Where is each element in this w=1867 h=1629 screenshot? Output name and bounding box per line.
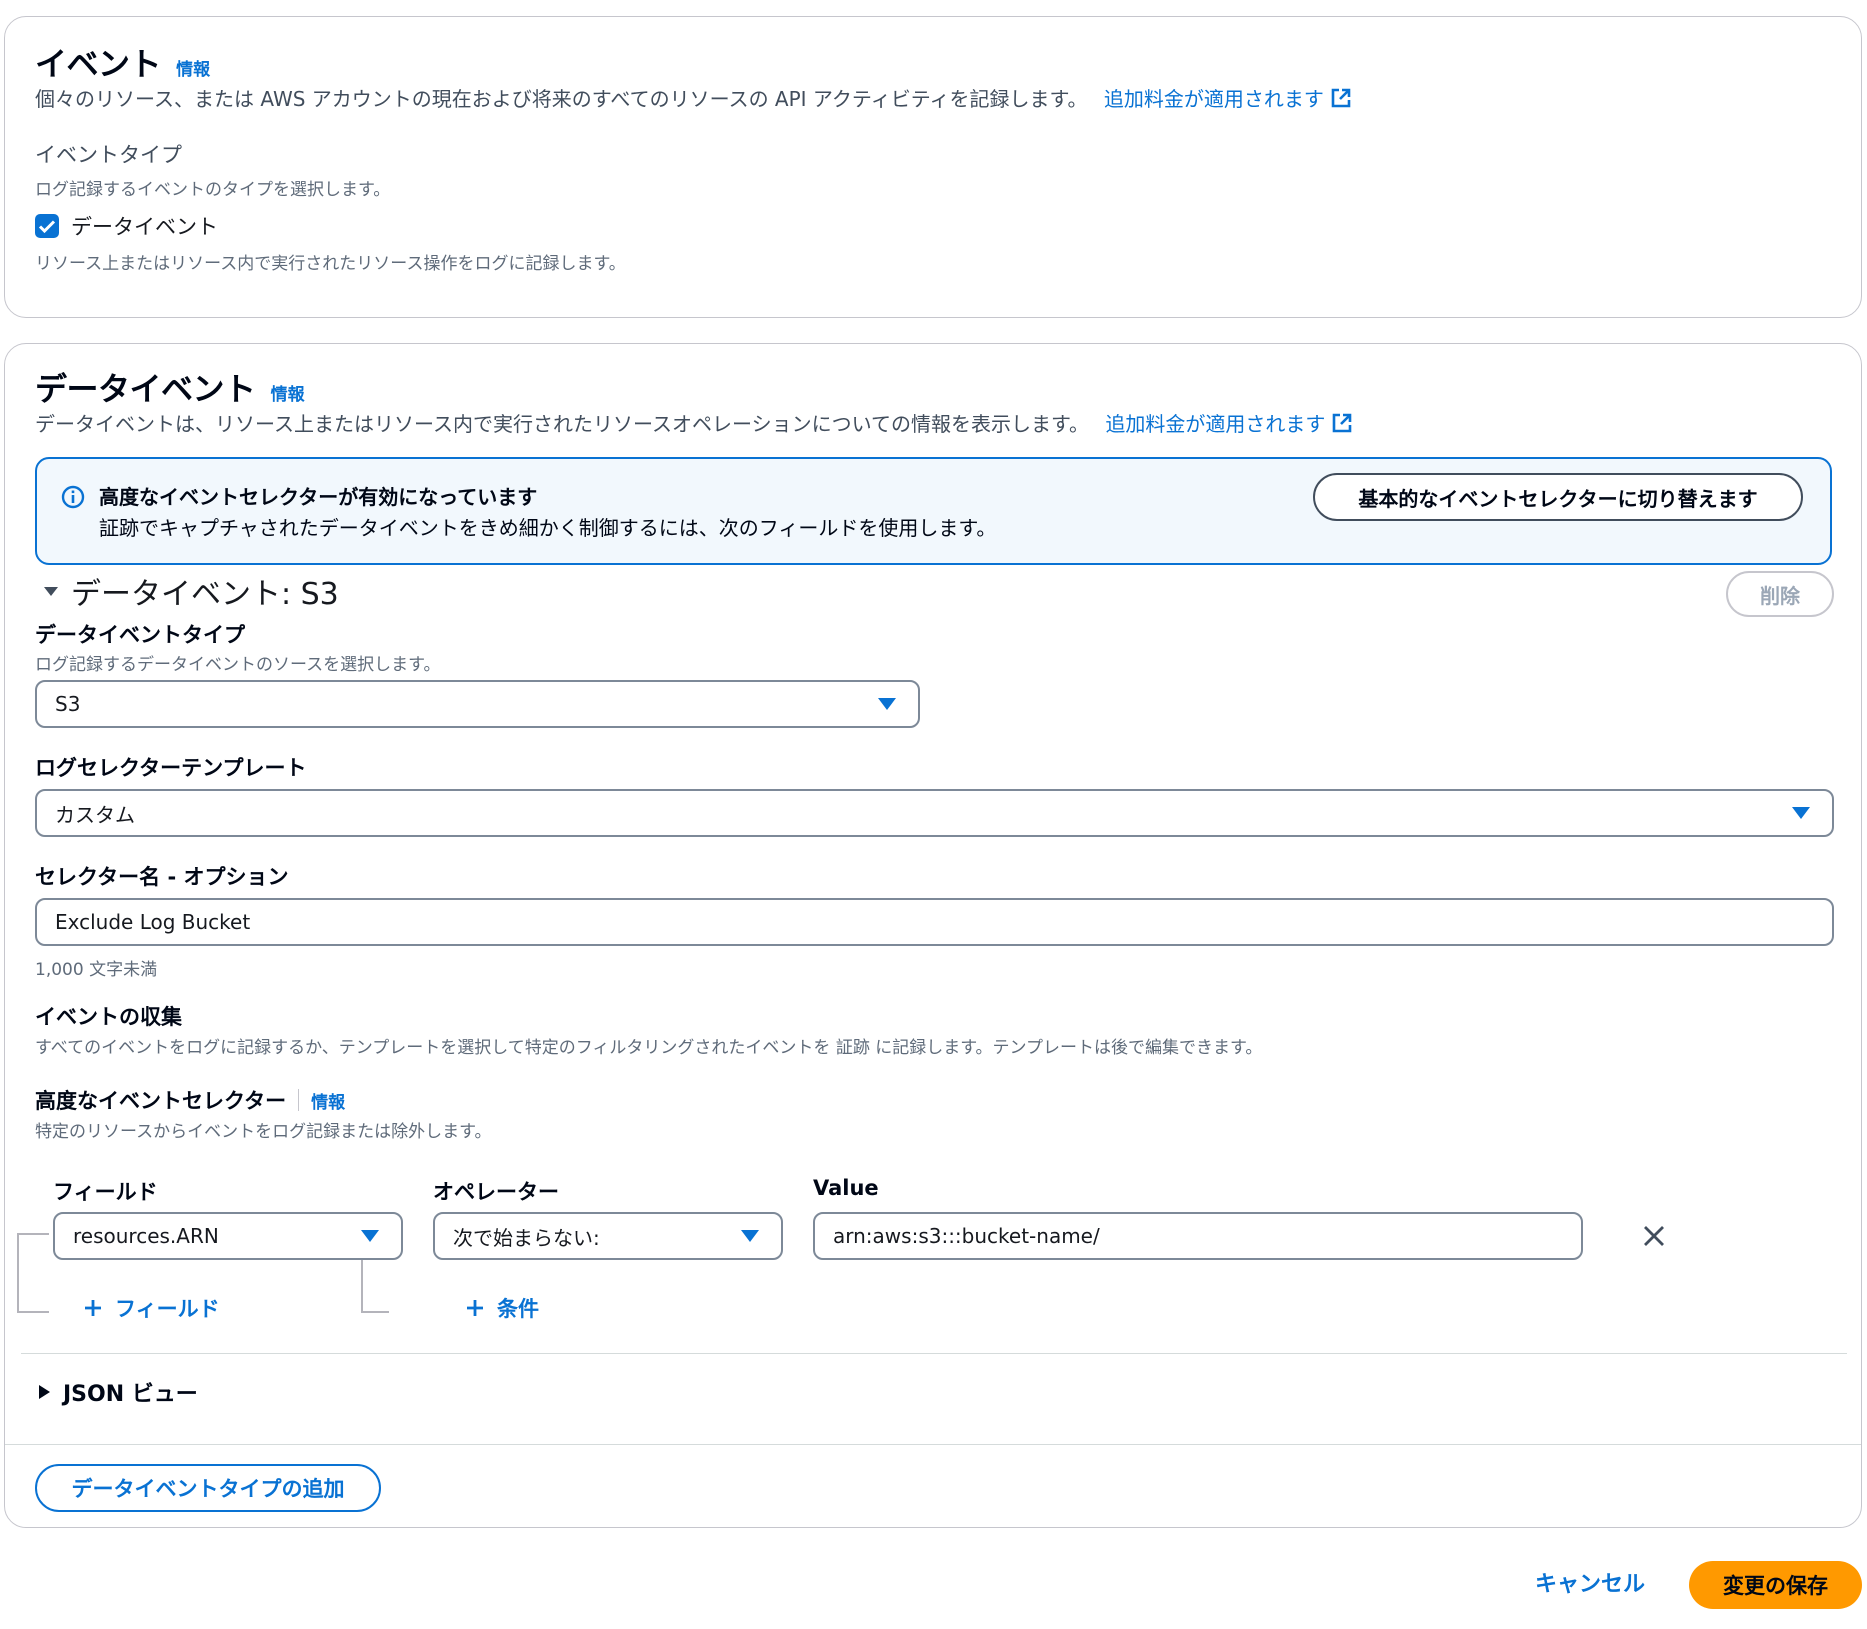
event-type-description: ログ記録するイベントのタイプを選択します。 — [35, 180, 391, 200]
advanced-selectors-alert: 高度なイベントセレクターが有効になっています 証跡でキャプチャされたデータイベン… — [35, 457, 1832, 565]
events-panel: イベント 情報 個々のリソース、または AWS アカウントの現在および将来のすべ… — [4, 16, 1862, 318]
switch-to-basic-selectors-button[interactable]: 基本的なイベントセレクターに切り替えます — [1313, 473, 1803, 521]
advanced-selectors-header: 高度なイベントセレクター 情報 — [35, 1085, 345, 1115]
operator-column-header: オペレーター — [433, 1180, 559, 1204]
field-select[interactable]: resources.ARN — [53, 1212, 403, 1260]
field-column-header: フィールド — [53, 1180, 158, 1204]
s3-group-title: データイベント: S3 — [71, 577, 339, 612]
advanced-selectors-info-link[interactable]: 情報 — [311, 1088, 345, 1113]
caret-down-icon — [44, 587, 58, 596]
data-event-type-value: S3 — [55, 692, 81, 716]
data-events-info-link[interactable]: 情報 — [271, 385, 305, 405]
json-view-toggle[interactable]: JSON ビュー — [37, 1376, 198, 1408]
data-events-title: データイベント — [35, 370, 256, 408]
value-field[interactable] — [813, 1212, 1583, 1260]
caret-down-icon — [741, 1230, 759, 1242]
add-condition-label: 条件 — [497, 1297, 539, 1321]
plus-icon — [467, 1300, 483, 1316]
add-field-link[interactable]: フィールド — [83, 1293, 220, 1323]
data-events-description: データイベントは、リソース上またはリソース内で実行されたリソースオペレーションに… — [35, 412, 1089, 436]
advanced-selectors-description: 特定のリソースからイベントをログ記録または除外します。 — [35, 1122, 492, 1142]
checkmark-icon — [38, 220, 56, 234]
event-type-label: イベントタイプ — [35, 143, 182, 167]
value-input[interactable] — [833, 1224, 1563, 1248]
caret-right-icon — [39, 1385, 50, 1399]
event-collection-description: すべてのイベントをログに記録するか、テンプレートを選択して特定のフィルタリングさ… — [35, 1038, 1263, 1058]
events-description-row: 個々のリソース、または AWS アカウントの現在および将来のすべてのリソースの … — [35, 83, 1352, 112]
data-events-pricing-link[interactable]: 追加料金が適用されます — [1105, 412, 1353, 436]
field-tree-line — [17, 1233, 49, 1313]
operator-select-value: 次で始まらない: — [453, 1225, 600, 1250]
info-circle-icon — [61, 485, 85, 509]
add-data-event-type-button[interactable]: データイベントタイプの追加 — [35, 1464, 381, 1512]
data-events-panel: データイベント 情報 データイベントは、リソース上またはリソース内で実行されたリ… — [4, 343, 1862, 1528]
remove-condition-icon[interactable] — [1642, 1224, 1666, 1248]
events-info-link[interactable]: 情報 — [176, 60, 210, 80]
alert-body: 証跡でキャプチャされたデータイベントをきめ細かく制御するには、次のフィールドを使… — [99, 516, 997, 540]
save-changes-button[interactable]: 変更の保存 — [1689, 1561, 1862, 1609]
alert-title: 高度なイベントセレクターが有効になっています — [99, 485, 538, 509]
events-description: 個々のリソース、または AWS アカウントの現在および将来のすべてのリソースの … — [35, 87, 1088, 111]
log-selector-template-value: カスタム — [55, 802, 135, 827]
field-select-value: resources.ARN — [73, 1224, 219, 1248]
events-pricing-link-text: 追加料金が適用されます — [1103, 87, 1324, 111]
caret-down-icon — [1792, 807, 1810, 819]
data-event-checkbox-row[interactable]: データイベント — [35, 211, 218, 241]
selector-name-label: セレクター名 - オプション — [35, 865, 289, 889]
data-event-checkbox-label: データイベント — [71, 215, 218, 239]
add-field-label: フィールド — [115, 1297, 220, 1321]
caret-down-icon — [361, 1230, 379, 1242]
data-event-type-description: ログ記録するデータイベントのソースを選択します。 — [35, 655, 441, 675]
event-collection-label: イベントの収集 — [35, 1005, 182, 1029]
selector-name-field[interactable] — [35, 898, 1834, 946]
caret-down-icon — [878, 698, 896, 710]
events-title: イベント — [35, 45, 162, 83]
data-events-description-row: データイベントは、リソース上またはリソース内で実行されたリソースオペレーションに… — [35, 408, 1353, 437]
selector-name-input[interactable] — [55, 910, 1814, 934]
data-event-checkbox-description: リソース上またはリソース内で実行されたリソース操作をログに記録します。 — [35, 254, 626, 274]
external-link-icon — [1333, 413, 1352, 433]
log-selector-template-label: ログセレクターテンプレート — [35, 756, 307, 780]
operator-select[interactable]: 次で始まらない: — [433, 1212, 783, 1260]
events-pricing-link[interactable]: 追加料金が適用されます — [1104, 87, 1352, 111]
cancel-button[interactable]: キャンセル — [1535, 1566, 1645, 1598]
advanced-selectors-label: 高度なイベントセレクター — [35, 1089, 287, 1113]
divider — [298, 1089, 300, 1111]
s3-group-toggle[interactable]: データイベント: S3 — [43, 569, 339, 613]
data-event-type-label: データイベントタイプ — [35, 623, 245, 647]
value-column-header: Value — [813, 1176, 879, 1200]
json-view-label: JSON ビュー — [63, 1382, 198, 1407]
plus-icon — [85, 1300, 101, 1316]
delete-button[interactable]: 削除 — [1726, 571, 1834, 617]
data-event-type-select[interactable]: S3 — [35, 680, 920, 728]
log-selector-template-select[interactable]: カスタム — [35, 789, 1834, 837]
selector-name-hint: 1,000 文字未満 — [35, 960, 158, 980]
data-event-checkbox[interactable] — [35, 214, 59, 238]
add-condition-link[interactable]: 条件 — [465, 1293, 539, 1323]
external-link-icon — [1331, 88, 1351, 108]
divider — [5, 1444, 1861, 1445]
data-events-pricing-link-text: 追加料金が適用されます — [1105, 412, 1326, 436]
divider — [21, 1353, 1847, 1354]
